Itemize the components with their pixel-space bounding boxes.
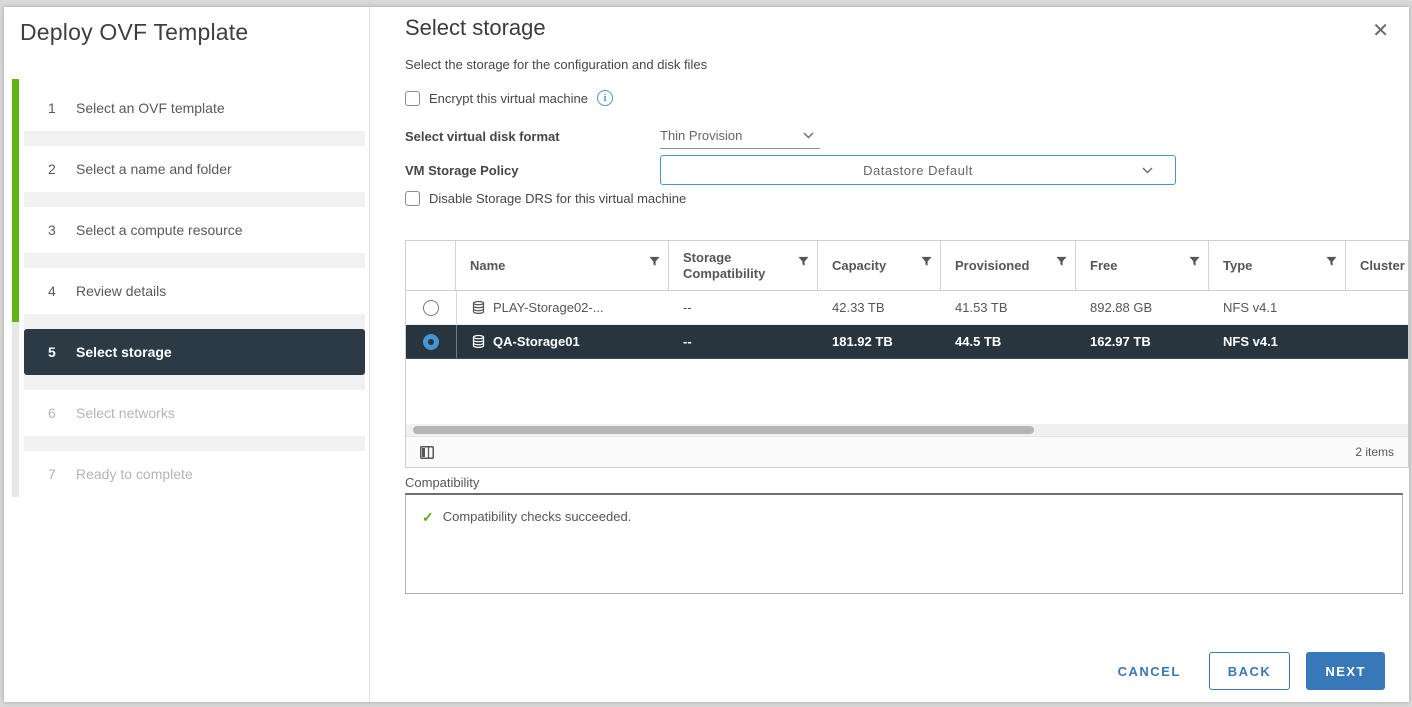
radio-column-header <box>406 241 456 290</box>
cell-free: 892.88 GB <box>1076 291 1209 324</box>
back-button[interactable]: BACK <box>1209 652 1291 690</box>
sidebar-step-ready-to-complete: 7 Ready to complete <box>24 451 365 497</box>
column-header-name[interactable]: Name <box>456 241 669 290</box>
cell-provisioned: 44.5 TB <box>941 325 1076 358</box>
step-content-select-storage: ✕ Select storage Select the storage for … <box>370 7 1409 702</box>
close-icon[interactable]: ✕ <box>1372 21 1389 41</box>
sidebar-step-select-networks: 6 Select networks <box>24 390 365 436</box>
step-number: 5 <box>48 344 62 360</box>
column-header-type[interactable]: Type <box>1209 241 1346 290</box>
column-header-provisioned[interactable]: Provisioned <box>941 241 1076 290</box>
info-icon[interactable]: i <box>597 90 613 106</box>
step-label: Select a compute resource <box>76 222 243 238</box>
cell-cluster <box>1346 291 1408 324</box>
step-number: 3 <box>48 222 62 238</box>
table-row-qa-storage01[interactable]: QA-Storage01 -- 181.92 TB 44.5 TB 162.97… <box>406 325 1408 359</box>
cell-capacity: 42.33 TB <box>818 291 941 324</box>
disk-format-select[interactable]: Thin Provision <box>660 123 820 149</box>
filter-icon[interactable] <box>1189 255 1200 270</box>
compatibility-panel: ✓ Compatibility checks succeeded. <box>405 493 1403 594</box>
cell-type: NFS v4.1 <box>1209 325 1346 358</box>
disk-format-value: Thin Provision <box>660 128 742 143</box>
filter-icon[interactable] <box>798 255 809 270</box>
dialog-title: Deploy OVF Template <box>20 19 248 46</box>
step-number: 2 <box>48 161 62 177</box>
table-row-play-storage02[interactable]: PLAY-Storage02-... -- 42.33 TB 41.53 TB … <box>406 291 1408 325</box>
filter-icon[interactable] <box>649 255 660 270</box>
page-subtitle: Select the storage for the configuration… <box>405 57 707 72</box>
filter-icon[interactable] <box>921 255 932 270</box>
sidebar-step-select-compute-resource[interactable]: 3 Select a compute resource <box>24 207 365 253</box>
progress-track-remaining <box>12 322 19 497</box>
cell-free: 162.97 TB <box>1076 325 1209 358</box>
step-number: 4 <box>48 283 62 299</box>
encrypt-vm-label: Encrypt this virtual machine <box>429 91 588 106</box>
cell-capacity: 181.92 TB <box>818 325 941 358</box>
storage-policy-label: VM Storage Policy <box>405 163 518 178</box>
sidebar-step-review-details[interactable]: 4 Review details <box>24 268 365 314</box>
disable-drs-checkbox[interactable] <box>405 191 420 206</box>
horizontal-scrollbar[interactable] <box>406 424 1408 436</box>
scrollbar-thumb[interactable] <box>413 426 1034 434</box>
disable-drs-label: Disable Storage DRS for this virtual mac… <box>429 191 686 206</box>
items-count: 2 items <box>1355 445 1394 459</box>
filter-icon[interactable] <box>1326 255 1337 270</box>
storage-policy-select[interactable]: Datastore Default <box>660 155 1176 185</box>
table-footer: 2 items <box>406 436 1408 467</box>
chevron-down-icon <box>1142 167 1153 174</box>
disk-format-label: Select virtual disk format <box>405 129 560 144</box>
success-check-icon: ✓ <box>422 509 434 526</box>
encrypt-vm-checkbox[interactable] <box>405 91 420 106</box>
datastore-table: Name Storage Compatibility Capacity <box>405 240 1409 468</box>
step-label: Select an OVF template <box>76 100 225 116</box>
row-radio-selected[interactable] <box>423 334 439 350</box>
step-label: Select a name and folder <box>76 161 232 177</box>
sidebar-step-select-ovf-template[interactable]: 1 Select an OVF template <box>24 85 365 131</box>
progress-track-completed <box>12 79 19 322</box>
cell-storage-compatibility: -- <box>669 325 818 358</box>
column-header-capacity[interactable]: Capacity <box>818 241 941 290</box>
cell-provisioned: 41.53 TB <box>941 291 1076 324</box>
column-manager-icon[interactable] <box>420 446 434 459</box>
compatibility-message: Compatibility checks succeeded. <box>443 509 632 524</box>
next-button[interactable]: NEXT <box>1306 652 1385 690</box>
column-header-storage-compatibility[interactable]: Storage Compatibility <box>669 241 818 290</box>
deploy-ovf-dialog: Deploy OVF Template 1 Select an OVF temp… <box>4 7 1409 702</box>
sidebar-step-select-name-folder[interactable]: 2 Select a name and folder <box>24 146 365 192</box>
cell-type: NFS v4.1 <box>1209 291 1346 324</box>
storage-policy-value: Datastore Default <box>863 163 973 178</box>
datastore-name: PLAY-Storage02-... <box>493 300 604 315</box>
wizard-sidebar: Deploy OVF Template 1 Select an OVF temp… <box>4 7 370 702</box>
cancel-button[interactable]: CANCEL <box>1118 664 1181 679</box>
cell-storage-compatibility: -- <box>669 291 818 324</box>
datastore-icon <box>471 300 486 315</box>
step-label: Ready to complete <box>76 466 193 482</box>
wizard-steps: 1 Select an OVF template 2 Select a name… <box>24 85 365 497</box>
row-radio-unselected[interactable] <box>423 300 439 316</box>
step-label: Review details <box>76 283 166 299</box>
step-number: 7 <box>48 466 62 482</box>
column-header-cluster[interactable]: Cluster <box>1346 241 1408 290</box>
column-header-free[interactable]: Free <box>1076 241 1209 290</box>
step-number: 1 <box>48 100 62 116</box>
table-empty-area <box>406 359 1408 424</box>
step-number: 6 <box>48 405 62 421</box>
datastore-name: QA-Storage01 <box>493 334 580 349</box>
encrypt-vm-row: Encrypt this virtual machine i <box>405 90 613 106</box>
compatibility-label: Compatibility <box>405 475 479 490</box>
step-label: Select storage <box>76 344 172 360</box>
page-title: Select storage <box>405 15 546 41</box>
cell-cluster <box>1346 325 1408 358</box>
filter-icon[interactable] <box>1056 255 1067 270</box>
datastore-icon <box>471 334 486 349</box>
table-header-row: Name Storage Compatibility Capacity <box>406 241 1408 291</box>
step-label: Select networks <box>76 405 175 421</box>
disable-drs-row: Disable Storage DRS for this virtual mac… <box>405 191 686 206</box>
chevron-down-icon <box>803 132 814 139</box>
sidebar-step-select-storage[interactable]: 5 Select storage <box>24 329 365 375</box>
wizard-actions: CANCEL BACK NEXT <box>1118 652 1385 690</box>
